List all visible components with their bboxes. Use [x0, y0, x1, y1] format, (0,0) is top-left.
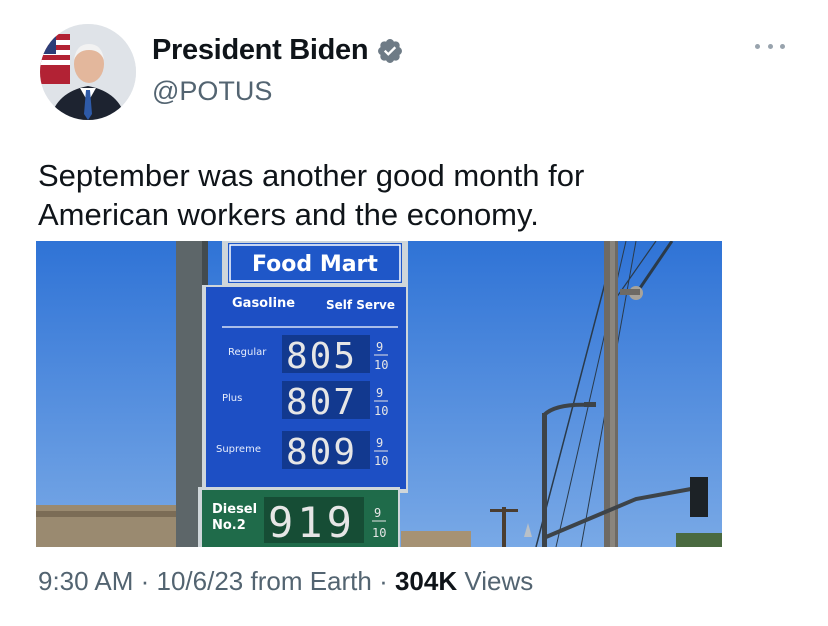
- tree: [676, 533, 722, 547]
- frac-top-supreme: 9: [376, 436, 383, 450]
- sign-header-right: Self Serve: [326, 298, 395, 312]
- tweet-media-photo[interactable]: Food Mart Gasoline Self Serve Regular 80…: [36, 241, 722, 547]
- dot: [780, 43, 785, 49]
- frac-top-regular: 9: [376, 340, 383, 354]
- gas-station-sign-photo: Food Mart Gasoline Self Serve Regular 80…: [36, 241, 722, 547]
- tweet-time[interactable]: 9:30 AM: [38, 566, 133, 596]
- diesel-label-line1: Diesel: [212, 502, 257, 517]
- frac-top-plus: 9: [376, 386, 383, 400]
- dot: [767, 43, 773, 49]
- verified-badge-icon: [378, 38, 403, 63]
- dot: [755, 43, 760, 49]
- price-plus: 807: [286, 382, 357, 423]
- views-count[interactable]: 304K: [395, 566, 457, 596]
- tweet-date[interactable]: 10/6/23: [157, 566, 244, 596]
- tweet-text: September was another good month for Ame…: [38, 158, 585, 232]
- tweet-source: from Earth: [243, 566, 372, 596]
- separator: ·: [133, 566, 157, 596]
- views-label: Views: [457, 566, 534, 596]
- more-options-icon[interactable]: [755, 40, 785, 52]
- frac-top-diesel: 9: [374, 506, 381, 520]
- street-light: [542, 413, 547, 547]
- grade-supreme: Supreme: [216, 444, 261, 455]
- avatar-photo: [40, 24, 136, 120]
- diesel-label-line2: No.2: [212, 518, 246, 533]
- display-name-text: President Biden: [152, 34, 369, 66]
- handle[interactable]: @POTUS: [152, 76, 272, 107]
- grade-regular: Regular: [228, 347, 267, 358]
- sign-station-name: Food Mart: [252, 252, 378, 277]
- frac-bottom-diesel: 10: [372, 526, 386, 540]
- price-supreme: 809: [286, 432, 357, 473]
- frac-bottom-regular: 10: [374, 358, 388, 372]
- avatar[interactable]: [40, 24, 136, 120]
- frac-bottom-plus: 10: [374, 404, 388, 418]
- price-diesel: 919: [268, 498, 356, 547]
- tweet-metadata: 9:30 AM · 10/6/23 from Earth · 304K View…: [38, 566, 533, 597]
- frac-bottom-supreme: 10: [374, 454, 388, 468]
- sign-header-left: Gasoline: [232, 296, 295, 311]
- grade-plus: Plus: [222, 393, 242, 404]
- traffic-signal: [690, 477, 708, 517]
- price-regular: 805: [286, 336, 357, 377]
- separator: ·: [371, 566, 395, 596]
- building: [401, 531, 471, 547]
- display-name[interactable]: President Biden: [152, 34, 404, 67]
